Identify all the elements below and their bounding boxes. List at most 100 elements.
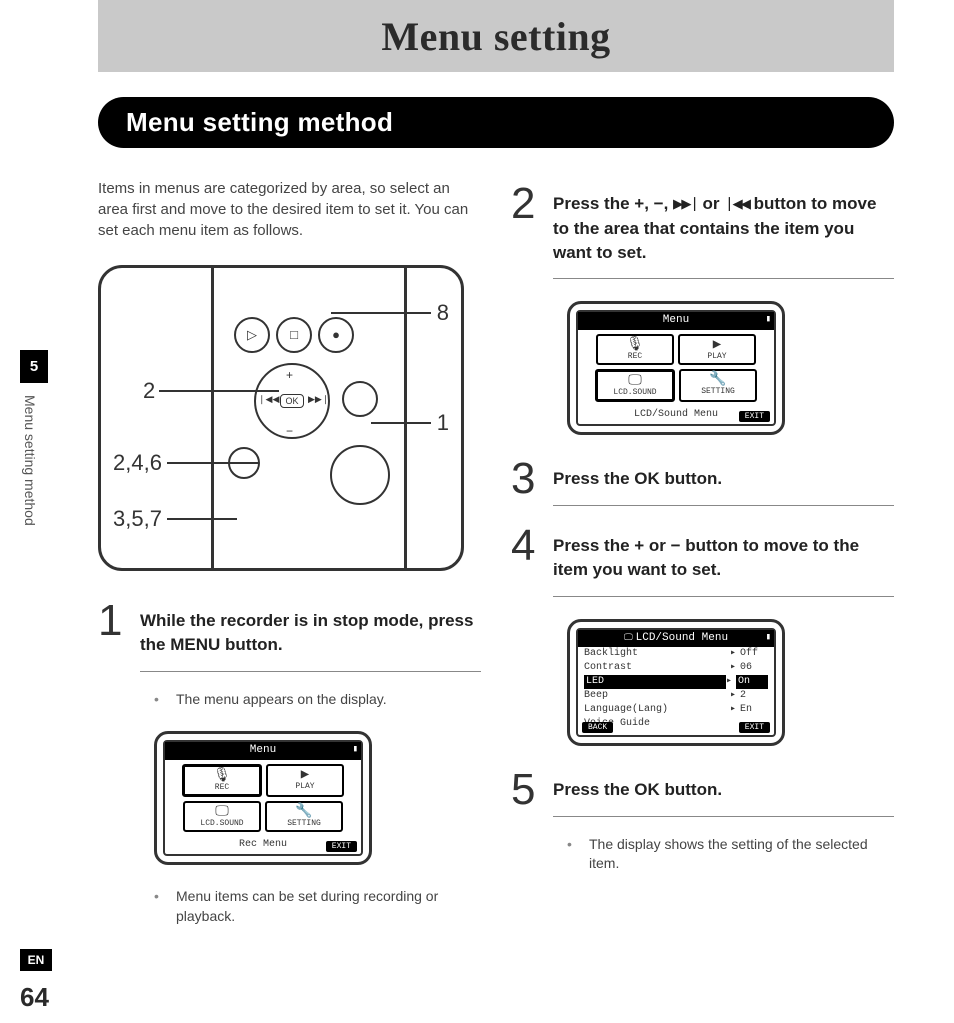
plus-symbol: + [634, 194, 644, 213]
menu-btn-icon [342, 381, 378, 417]
arrow-icon: ▸ [726, 675, 736, 689]
step1-bullets-2: Menu items can be set during recording o… [98, 883, 481, 936]
battery-icon: ▮ [766, 631, 771, 644]
lcd-title: LCD/Sound Menu [636, 632, 728, 644]
step-text: While the recorder is in stop mode, pres… [140, 599, 481, 672]
step-text: Press the +, −, ▶▶❘ or ❘◀◀ button to mov… [553, 182, 894, 279]
ok-bold: OK [634, 469, 660, 488]
left-column: Items in menus are categorized by area, … [98, 178, 481, 936]
minus-symbol: − [654, 194, 664, 213]
lcd-footer: LCD/Sound Menu [634, 409, 718, 420]
lcd-lcdsound-label: LCD.SOUND [613, 388, 656, 397]
list-row: Contrast▸06 [578, 661, 774, 675]
lcd-area-menu: Menu▮ 🎙REC ▶PLAY 🖵LCD.SOUND 🔧SETTING LCD… [567, 301, 785, 435]
row-key: LED [584, 675, 726, 689]
lcd-rec-menu: Menu▮ 🎙REC ▶PLAY 🖵LCD.SOUND 🔧SETTING Rec… [154, 731, 372, 865]
sep: , [664, 194, 673, 213]
rewind-icon: ❘◀◀ [258, 393, 279, 406]
page-header: Menu setting [98, 0, 894, 72]
monitor-icon: 🖵 [185, 805, 259, 820]
fastforward-icon: ▶▶❘ [308, 393, 329, 406]
chapter-tab: 5 [20, 350, 48, 383]
step2-t1: Press the [553, 194, 634, 213]
sep: or [698, 194, 724, 213]
exit-tag: EXIT [739, 722, 770, 733]
step5-t2: button. [660, 780, 722, 799]
step-4: 4 Press the + or − button to move to the… [511, 520, 894, 607]
step5-t1: Press the [553, 780, 634, 799]
lcd-setting-label: SETTING [701, 387, 735, 396]
mic-icon: 🎙 [185, 769, 259, 784]
right-column: 2 Press the +, −, ▶▶❘ or ❘◀◀ button to m… [511, 178, 894, 936]
fastforward-icon: ▶▶❘ [673, 193, 698, 217]
bullet: The display shows the setting of the sel… [567, 835, 894, 874]
sep: , [644, 194, 653, 213]
lcd-rec-label: REC [628, 352, 642, 361]
row-val: 06 [740, 661, 768, 675]
step-text: Press the OK button. [553, 768, 894, 817]
jog-dial-icon [330, 445, 390, 505]
lcd-cell-rec: 🎙REC [182, 764, 262, 797]
diagram-label-246: 2,4,6 [113, 448, 162, 479]
rewind-icon: ❘◀◀ [724, 193, 749, 217]
play-pause-icon: ▷ [234, 317, 270, 353]
list-row: Language(Lang)▸En [578, 703, 774, 717]
step-number: 1 [98, 599, 126, 643]
lcd-cell-setting: 🔧SETTING [679, 369, 757, 402]
intro-text: Items in menus are categorized by area, … [98, 178, 481, 241]
device-panel: ▷ □ ● OK + − ❘◀◀ ▶▶❘ [211, 265, 407, 571]
arrow-icon: ▸ [730, 647, 740, 661]
arrow-icon: ▸ [730, 689, 740, 703]
side-label: Menu setting method [22, 395, 38, 526]
arrow-icon: ▸ [730, 661, 740, 675]
wrench-icon: 🔧 [681, 373, 755, 388]
lcd-setting-label: SETTING [287, 819, 321, 828]
row-key: Contrast [584, 661, 730, 675]
diagram-label-2: 2 [143, 376, 155, 407]
lcd-rec-label: REC [215, 783, 229, 792]
section-header: Menu setting method [98, 97, 894, 148]
list-row: Backlight▸Off [578, 647, 774, 661]
monitor-icon: 🖵 [624, 633, 633, 643]
page-number: 64 [20, 982, 49, 1013]
bullet: Menu items can be set during recording o… [154, 887, 481, 926]
step-text: Press the + or − button to move to the i… [553, 524, 894, 597]
lcd-title: Menu [663, 314, 689, 326]
battery-icon: ▮ [353, 743, 358, 756]
stop-icon: □ [276, 317, 312, 353]
device-diagram: ▷ □ ● OK + − ❘◀◀ ▶▶❘ 8 2 [98, 265, 464, 571]
diagram-label-1: 1 [437, 408, 449, 439]
bullet: The menu appears on the display. [154, 690, 481, 710]
step-number: 5 [511, 768, 539, 812]
lcd-footer: Rec Menu [239, 839, 287, 850]
row-key: Beep [584, 689, 730, 703]
play-icon: ▶ [268, 768, 342, 783]
lcd-cell-play: ▶PLAY [266, 764, 344, 797]
step-text: Press the OK button. [553, 457, 894, 506]
mic-icon: 🎙 [598, 338, 672, 353]
row-key: Language(Lang) [584, 703, 730, 717]
page-title: Menu setting [381, 13, 610, 60]
lcd-cell-lcd: 🖵LCD.SOUND [595, 369, 675, 402]
lcd-play-label: PLAY [707, 352, 726, 361]
step-2: 2 Press the +, −, ▶▶❘ or ❘◀◀ button to m… [511, 178, 894, 289]
row-val: On [736, 675, 768, 689]
lcd-cell-setting: 🔧SETTING [265, 801, 343, 832]
lcd-play-label: PLAY [295, 782, 314, 791]
step-number: 4 [511, 524, 539, 568]
lcd-list-menu: 🖵LCD/Sound Menu ▮ Backlight▸Off Contrast▸… [567, 619, 785, 746]
row-val: 2 [740, 689, 768, 703]
step1-bold: MENU [170, 635, 220, 654]
exit-tag: EXIT [326, 841, 357, 852]
section-title: Menu setting method [126, 107, 866, 138]
step5-bullets: The display shows the setting of the sel… [511, 831, 894, 884]
step-number: 3 [511, 457, 539, 501]
list-row-selected: LED▸On [578, 675, 774, 689]
step-number: 2 [511, 182, 539, 226]
row-key: Backlight [584, 647, 730, 661]
exit-tag: EXIT [739, 411, 770, 422]
row-val: En [740, 703, 768, 717]
step1-bullets: The menu appears on the display. [98, 686, 481, 720]
step-3: 3 Press the OK button. [511, 453, 894, 516]
lcd-cell-play: ▶PLAY [678, 334, 756, 365]
